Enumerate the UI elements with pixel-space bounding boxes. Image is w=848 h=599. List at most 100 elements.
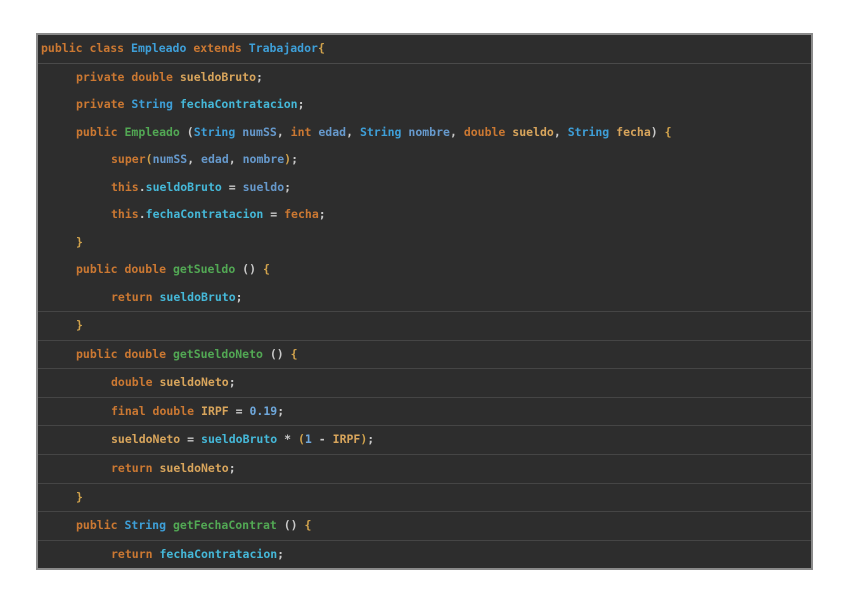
code-line: this.fechaContratacion = fecha;	[38, 201, 811, 229]
code-token-kw: fecha	[284, 209, 319, 221]
code-token-type: Empleado	[131, 43, 186, 55]
code-token-brace: }	[76, 492, 83, 504]
code-token-plain: ,	[229, 154, 243, 166]
code-token-brace: }	[76, 237, 83, 249]
code-line: }	[38, 311, 811, 340]
document-page: public class Empleado extends Trabajador…	[0, 0, 848, 599]
code-token-type: String	[360, 127, 408, 139]
code-token-brace: {	[263, 264, 270, 276]
code-token-param: edad	[318, 127, 346, 139]
code-line: sueldoNeto = sueldoBruto * (1 - IRPF);	[38, 425, 811, 454]
code-line: public double getSueldoNeto () {	[38, 340, 811, 369]
code-token-plain: ;	[236, 292, 243, 304]
code-token-brace: {	[291, 349, 298, 361]
code-token-plain: ,	[346, 127, 360, 139]
code-token-plain: =	[222, 182, 243, 194]
code-token-type: String	[568, 127, 616, 139]
code-token-plain: .	[139, 182, 146, 194]
code-token-kw: double	[111, 377, 159, 389]
code-line: private String fechaContratacion;	[38, 91, 811, 119]
code-token-kw: public class	[41, 43, 131, 55]
code-line: double sueldoNeto;	[38, 368, 811, 397]
code-token-kw: double	[464, 127, 512, 139]
code-token-kw: this	[111, 209, 139, 221]
code-token-brace: )	[360, 434, 367, 446]
code-token-num: 0.19	[250, 406, 278, 418]
code-token-kw: public double	[76, 349, 173, 361]
code-token-field: sueldoBruto	[146, 182, 222, 194]
code-token-field: fechaContratacion	[159, 549, 277, 561]
code-line: final double IRPF = 0.19;	[38, 397, 811, 426]
code-token-brace: (	[146, 154, 153, 166]
code-token-kw: public double	[76, 264, 173, 276]
code-token-param: nombre	[243, 154, 285, 166]
code-token-param: numSS	[242, 127, 277, 139]
code-token-type: String	[124, 520, 172, 532]
code-token-kw: super	[111, 154, 146, 166]
code-line: public class Empleado extends Trabajador…	[38, 35, 811, 64]
code-token-brace: )	[284, 154, 291, 166]
code-line: public String getFechaContrat () {	[38, 511, 811, 540]
code-line: }	[38, 483, 811, 512]
code-token-plain: ,	[554, 127, 568, 139]
code-token-plain: ()	[263, 349, 291, 361]
code-line: public Empleado (String numSS, int edad,…	[38, 119, 811, 147]
code-token-brace: }	[76, 320, 83, 332]
code-token-plain: ;	[319, 209, 326, 221]
code-token-param: numSS	[153, 154, 188, 166]
code-snippet-block: public class Empleado extends Trabajador…	[36, 33, 813, 570]
code-token-plain: ;	[256, 72, 263, 84]
code-token-var: IRPF	[333, 434, 361, 446]
code-token-plain: =	[263, 209, 284, 221]
code-token-kw: extends	[186, 43, 248, 55]
code-token-brace: {	[318, 43, 325, 55]
code-token-plain: ,	[187, 154, 201, 166]
code-token-kw: public	[76, 520, 124, 532]
code-token-param: nombre	[408, 127, 450, 139]
code-token-brace: {	[305, 520, 312, 532]
code-token-kw: this	[111, 182, 139, 194]
code-line: super(numSS, edad, nombre);	[38, 146, 811, 174]
code-token-var: sueldoNeto	[111, 434, 180, 446]
code-token-plain: )	[651, 127, 665, 139]
code-token-plain: ;	[277, 549, 284, 561]
code-token-var: fecha	[616, 127, 651, 139]
code-line: this.sueldoBruto = sueldo;	[38, 174, 811, 202]
code-token-param: sueldo	[243, 182, 285, 194]
code-token-kw: private double	[76, 72, 180, 84]
code-token-type: String	[131, 99, 179, 111]
code-token-method: Empleado	[124, 127, 186, 139]
code-token-var: sueldoBruto	[180, 72, 256, 84]
code-line: return sueldoBruto;	[38, 284, 811, 312]
code-token-brace: (	[298, 434, 305, 446]
code-token-kw: final double	[111, 406, 201, 418]
code-token-var: sueldoNeto	[159, 377, 228, 389]
code-token-kw: private	[76, 99, 131, 111]
code-token-type: Trabajador	[249, 43, 318, 55]
code-line: return fechaContratacion;	[38, 540, 811, 569]
code-token-method: getSueldo	[173, 264, 235, 276]
code-token-plain: ,	[277, 127, 291, 139]
code-token-var: sueldo	[512, 127, 554, 139]
code-token-method: getFechaContrat	[173, 520, 277, 532]
code-token-kw: return	[111, 463, 159, 475]
code-token-kw: int	[291, 127, 319, 139]
code-token-field: sueldoBruto	[159, 292, 235, 304]
code-token-field: fechaContratacion	[146, 209, 264, 221]
code-token-kw: return	[111, 549, 159, 561]
code-token-method: getSueldoNeto	[173, 349, 263, 361]
code-token-plain: (	[187, 127, 194, 139]
code-token-plain: ;	[298, 99, 305, 111]
code-token-field: sueldoBruto	[201, 434, 277, 446]
code-token-plain: ;	[284, 182, 291, 194]
code-line: }	[38, 229, 811, 257]
code-token-var: IRPF	[201, 406, 229, 418]
code-token-plain: ;	[229, 377, 236, 389]
code-token-plain: ;	[229, 463, 236, 475]
code-token-plain: =	[229, 406, 250, 418]
code-token-var: sueldoNeto	[159, 463, 228, 475]
code-token-type: String	[194, 127, 242, 139]
code-token-plain: ,	[450, 127, 464, 139]
code-token-plain: ;	[291, 154, 298, 166]
code-token-param: edad	[201, 154, 229, 166]
